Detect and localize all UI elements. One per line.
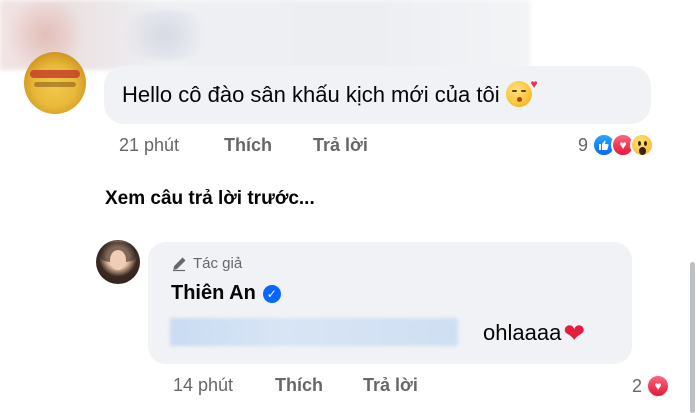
love-reaction-icon: ♥ xyxy=(646,374,671,398)
reply-text: ohlaaaa ❤ xyxy=(483,318,586,348)
reply-like-button[interactable]: Thích xyxy=(275,375,323,396)
reply-timestamp[interactable]: 14 phút xyxy=(173,375,233,396)
comment-timestamp[interactable]: 21 phút xyxy=(119,135,179,156)
wow-reaction-icon xyxy=(630,133,655,157)
blurred-mention[interactable] xyxy=(170,318,458,346)
commenter-avatar[interactable] xyxy=(24,52,86,114)
author-name[interactable]: Thiên An ✓ xyxy=(171,282,281,305)
reply-reactions[interactable]: 2 ♥ xyxy=(632,372,671,400)
view-previous-replies-link[interactable]: Xem câu trả lời trước... xyxy=(105,188,315,210)
author-avatar[interactable] xyxy=(96,240,140,284)
reaction-count: 9 xyxy=(578,134,589,155)
reply-bubble: Tác giả Thiên An ✓ ohlaaaa ❤ xyxy=(148,242,632,364)
comment-text: Hello cô đào sân khấu kịch mới của tôi xyxy=(122,77,538,108)
like-button[interactable]: Thích xyxy=(224,135,272,156)
comment-reactions[interactable]: 9 ♥ xyxy=(578,131,655,159)
blurred-commenter-name xyxy=(0,0,530,70)
author-badge: Tác giả xyxy=(171,255,242,272)
scrollbar[interactable] xyxy=(690,262,695,413)
pen-icon xyxy=(171,256,187,272)
red-heart-icon: ❤ xyxy=(563,318,586,348)
comment-bubble: Hello cô đào sân khấu kịch mới của tôi xyxy=(104,66,651,124)
kissing-face-heart-icon xyxy=(505,77,538,107)
reply-button[interactable]: Trả lời xyxy=(313,135,368,156)
reply-reply-button[interactable]: Trả lời xyxy=(363,375,418,396)
verified-badge-icon: ✓ xyxy=(262,284,281,303)
reply-reaction-count: 2 xyxy=(632,375,643,396)
